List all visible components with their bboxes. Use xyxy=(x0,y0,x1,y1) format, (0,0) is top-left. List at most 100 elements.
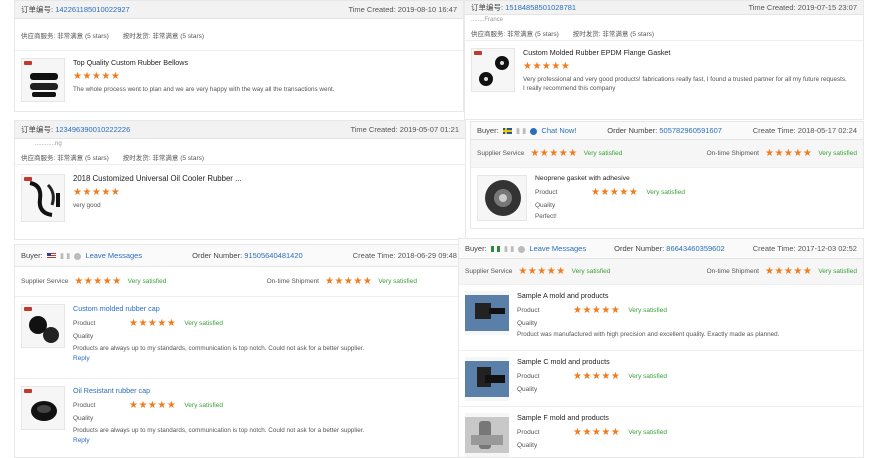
product-review: Top Quality Custom Rubber Bellows ★★★★★ … xyxy=(15,51,463,109)
product-thumbnail[interactable] xyxy=(465,357,509,401)
product-title[interactable]: Sample C mold and products xyxy=(517,357,667,366)
supplier-satisfaction: Very satisfied xyxy=(583,150,623,157)
message-icon[interactable] xyxy=(74,252,82,260)
leave-messages-link[interactable]: Leave Messages xyxy=(529,244,586,253)
ontime-label: On-time Shipment xyxy=(706,268,759,275)
mold-image xyxy=(465,295,509,331)
product-thumbnail[interactable] xyxy=(477,175,527,221)
quality-label: Quality xyxy=(517,442,538,449)
quality-label: Quality xyxy=(535,202,556,209)
ratings-row: 供应商服务: 非常满意 (5 stars) 按时发货: 非常满意 (5 star… xyxy=(15,149,465,165)
ontime-stars: ★★★★★ xyxy=(765,148,813,159)
product-title[interactable]: Sample F mold and products xyxy=(517,413,667,422)
time-created: Time Created: 2019-08-10 16:47 xyxy=(348,5,457,14)
quality-rating: Quality xyxy=(517,383,667,396)
product-label: Product xyxy=(517,429,540,436)
bellows-image xyxy=(30,73,58,97)
order-number-link[interactable]: 86643460359602 xyxy=(666,244,724,253)
supplier-satisfaction: Very satisfied xyxy=(127,278,167,285)
ontime-label: 按时发货: 非常满意 xyxy=(122,32,179,40)
order-number-link[interactable]: 142261185010022927 xyxy=(55,5,130,14)
ratings-row: Supplier Service ★★★★★ Very satisfied On-t… xyxy=(459,259,863,285)
supplier-stars-text: (5 stars) xyxy=(84,32,109,40)
product-title[interactable]: Custom Molded Rubber EPDM Flange Gasket xyxy=(523,48,853,57)
product-stars: ★★★★★ xyxy=(591,187,639,198)
chat-now-link[interactable]: Chat Now! xyxy=(541,126,576,135)
flag-icon xyxy=(502,128,512,135)
product-rating: Product ★★★★★ Very satisfied xyxy=(517,304,779,317)
supplier-satisfaction: Very satisfied xyxy=(571,268,611,275)
product-satisfaction: Very satisfied xyxy=(184,320,223,327)
product-stars: ★★★★★ xyxy=(573,427,621,438)
product-title[interactable]: Custom molded rubber cap xyxy=(73,304,364,313)
product-thumbnail[interactable] xyxy=(465,413,509,457)
order-number-link[interactable]: 123496390010222226 xyxy=(55,125,130,134)
order-header: 订单编号: 15184858501028781 Time Created: 20… xyxy=(465,1,863,15)
supplier-stars-text: (5 stars) xyxy=(534,30,559,38)
order-header: Buyer: ▮ ▮ Leave Messages Order Number: … xyxy=(459,239,863,259)
product-label: Product xyxy=(535,189,558,196)
product-thumbnail[interactable] xyxy=(465,291,509,335)
product-rating: Product ★★★★★ Very satisfied xyxy=(535,186,685,199)
ontime-label: 按时发货: 非常满意 xyxy=(122,154,179,162)
review-text-2: I really recommend this company xyxy=(523,85,616,92)
message-icon[interactable] xyxy=(518,245,526,253)
list-item: Oil Resistant rubber cap Product ★★★★★ Ver… xyxy=(15,379,463,451)
product-thumbnail[interactable] xyxy=(21,304,65,348)
product-title[interactable]: Neoprene gasket with adhesive xyxy=(535,175,685,182)
review-card-1: 订单编号: 142261185010022927 Time Created: 2… xyxy=(14,0,464,112)
product-title[interactable]: Top Quality Custom Rubber Bellows xyxy=(73,58,334,67)
ontime-satisfaction: Very satisfied xyxy=(818,150,857,157)
buyer-name-masked: ▮ ▮ xyxy=(59,251,71,260)
rating-stars: ★★★★★ xyxy=(523,61,571,72)
product-title[interactable]: Oil Resistant rubber cap xyxy=(73,386,364,395)
flag-icon xyxy=(46,253,56,260)
order-label: Order Number: xyxy=(192,251,243,260)
supplier-service-label: 供应商服务: 非常满意 xyxy=(471,30,534,38)
ratings-row: Supplier Service ★★★★★ Very satisfied On-t… xyxy=(15,267,463,297)
chat-icon[interactable] xyxy=(530,127,538,135)
product-title[interactable]: Sample A mold and products xyxy=(517,291,779,300)
review-text: Products are always up to my standards, … xyxy=(73,427,365,434)
product-satisfaction: Very satisfied xyxy=(628,373,667,380)
product-rating: Product ★★★★★ Very satisfied xyxy=(517,426,667,439)
supplier-service-label: Supplier Service xyxy=(21,278,69,285)
product-stars: ★★★★★ xyxy=(573,305,621,316)
product-satisfaction: Very satisfied xyxy=(184,402,223,409)
review-text: Products are always up to my standards, … xyxy=(73,345,365,352)
product-stars: ★★★★★ xyxy=(129,400,177,411)
list-item: Sample A mold and products Product ★★★★★ V… xyxy=(459,285,863,351)
review-card-5: Buyer: ▮ ▮ Leave Messages Order Number: … xyxy=(14,244,464,458)
product-title[interactable]: 2018 Customized Universal Oil Cooler Rub… xyxy=(73,174,242,183)
product-thumbnail[interactable] xyxy=(21,58,65,102)
order-header: 订单编号: 142261185010022927 Time Created: 2… xyxy=(15,1,463,19)
list-item: Sample C mold and products Product ★★★★★ V… xyxy=(459,351,863,407)
create-time: Create Time: 2017-12-03 02:52 xyxy=(752,244,857,253)
reply-link[interactable]: Reply xyxy=(73,437,364,444)
mold-image xyxy=(465,361,509,397)
leave-messages-link[interactable]: Leave Messages xyxy=(85,251,142,260)
reply-link[interactable]: Reply xyxy=(73,355,364,362)
logo-icon xyxy=(24,307,32,311)
product-thumbnail[interactable] xyxy=(471,48,515,92)
review-card-3: 订单编号: 123496390010222226 Time Created: 2… xyxy=(14,120,466,240)
quality-label: Quality xyxy=(73,415,94,422)
rubber-cap-image xyxy=(29,316,59,343)
product-rating: Product ★★★★★ Very satisfied xyxy=(73,317,364,330)
product-thumbnail[interactable] xyxy=(21,174,65,222)
product-thumbnail[interactable] xyxy=(21,386,65,430)
review-card-4: Buyer: ▮ ▮ Chat Now! Order Number: 50578… xyxy=(470,121,864,229)
order-number-link[interactable]: 505782960591607 xyxy=(659,126,722,135)
time-created: Time Created: 2019-07-15 23:07 xyxy=(748,3,857,12)
time-created: Time Created: 2019-05-07 01:21 xyxy=(350,125,459,134)
order-label: Order Number: xyxy=(607,126,658,135)
ontime-stars: ★★★★★ xyxy=(765,266,813,277)
product-stars: ★★★★★ xyxy=(129,318,177,329)
quality-label: Quality xyxy=(73,333,94,340)
list-item: Custom molded rubber cap Product ★★★★★ Ver… xyxy=(15,297,463,379)
order-number-link[interactable]: 91505640481420 xyxy=(244,251,302,260)
order-header: Buyer: ▮ ▮ Chat Now! Order Number: 50578… xyxy=(471,122,863,140)
buyer-name: ............ng xyxy=(35,141,62,147)
rubber-cap-image xyxy=(31,401,57,421)
order-number-link[interactable]: 15184858501028781 xyxy=(505,3,576,12)
